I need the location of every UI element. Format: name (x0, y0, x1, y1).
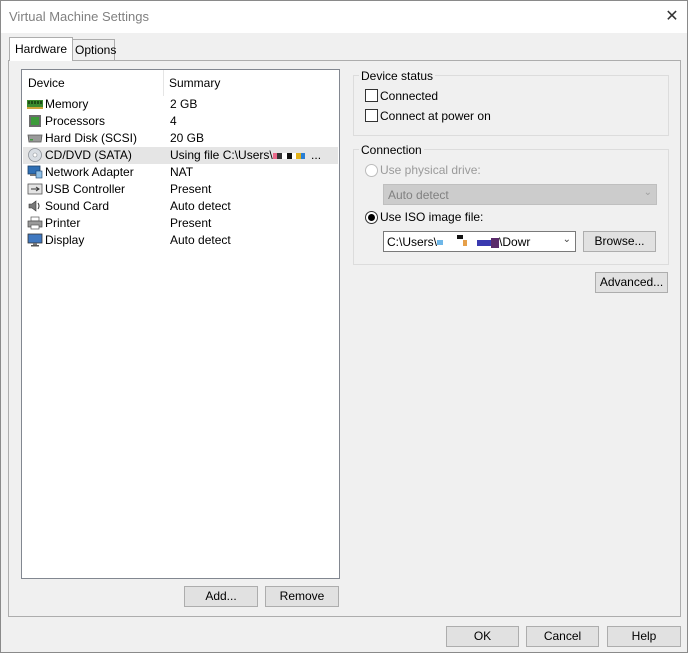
device-name: Hard Disk (SCSI) (45, 131, 138, 145)
device-name: Processors (45, 114, 106, 128)
processor-icon (29, 115, 41, 127)
physical-drive-select[interactable]: Auto detect ⌄ (383, 184, 657, 205)
device-summary: NAT (170, 165, 194, 179)
tab-hardware[interactable]: Hardware (9, 37, 74, 61)
network-adapter-icon (27, 165, 43, 179)
device-row-hard-disk[interactable]: Hard Disk (SCSI) 20 GB (23, 130, 338, 147)
connected-label[interactable]: Connected (380, 89, 438, 103)
redaction-mark (491, 237, 500, 248)
device-row-cd-dvd[interactable]: CD/DVD (SATA) Using file C:\Users\ ... (23, 147, 338, 164)
device-row-network[interactable]: Network Adapter NAT (23, 164, 338, 181)
connect-power-on-checkbox[interactable] (365, 109, 378, 122)
device-summary: 20 GB (170, 131, 205, 145)
hard-disk-icon (27, 134, 43, 143)
redaction-mark (457, 235, 464, 239)
vm-settings-window: Virtual Machine Settings ✕ Hardware Opti… (0, 0, 688, 653)
device-summary: Auto detect (170, 199, 231, 213)
tab-options-label: Options (75, 43, 117, 57)
use-physical-label[interactable]: Use physical drive: (380, 163, 481, 177)
sound-card-icon (28, 200, 40, 212)
browse-button[interactable]: Browse... (583, 231, 656, 252)
use-iso-label[interactable]: Use ISO image file: (380, 210, 483, 224)
device-status-title: Device status (359, 69, 436, 83)
window-title: Virtual Machine Settings (9, 9, 149, 24)
device-name: Display (45, 233, 85, 247)
display-icon (27, 233, 43, 247)
device-summary: Present (170, 216, 212, 230)
ok-button[interactable]: OK (446, 626, 519, 647)
device-row-usb[interactable]: USB Controller Present (23, 181, 338, 198)
tab-hardware-label: Hardware (15, 42, 68, 56)
device-row-memory[interactable]: Memory 2 GB (23, 96, 338, 113)
help-button[interactable]: Help (607, 626, 681, 647)
redaction-mark (477, 239, 492, 246)
chevron-down-icon: ⌄ (643, 187, 652, 198)
column-summary[interactable]: Summary (169, 76, 220, 90)
iso-path-end: \Dowr (499, 235, 531, 249)
device-status-group (353, 75, 669, 136)
chevron-down-icon[interactable]: ⌄ (559, 234, 571, 245)
device-summary: Present (170, 182, 212, 196)
close-icon: ✕ (665, 8, 679, 25)
device-row-sound[interactable]: Sound Card Auto detect (23, 198, 338, 215)
device-name: USB Controller (45, 182, 126, 196)
device-name: Sound Card (45, 199, 110, 213)
redaction-mark (300, 152, 305, 159)
connected-checkbox[interactable] (365, 89, 378, 102)
connection-title: Connection (359, 143, 424, 157)
iso-path-start: C:\Users\ (387, 235, 438, 249)
summary-ellipsis: ... (311, 148, 322, 162)
column-divider[interactable] (163, 70, 164, 96)
connect-power-on-label[interactable]: Connect at power on (380, 109, 491, 123)
usb-icon (27, 183, 43, 195)
printer-icon (27, 216, 43, 230)
device-list-header: Device Summary (22, 70, 339, 96)
device-row-printer[interactable]: Printer Present (23, 215, 338, 232)
cd-dvd-icon (28, 148, 42, 162)
device-summary: 2 GB (170, 97, 198, 111)
physical-drive-value: Auto detect (388, 188, 449, 202)
device-name: Memory (45, 97, 89, 111)
device-summary: 4 (170, 114, 177, 128)
device-summary: Auto detect (170, 233, 231, 247)
device-row-display[interactable]: Display Auto detect (23, 232, 338, 249)
column-device[interactable]: Device (28, 76, 65, 90)
device-summary: Using file C:\Users\ (170, 148, 273, 162)
add-button[interactable]: Add... (184, 586, 258, 607)
use-physical-radio[interactable] (365, 164, 378, 177)
advanced-button[interactable]: Advanced... (595, 272, 668, 293)
iso-path-combo[interactable]: C:\Users\ \Dowr ⌄ (383, 231, 576, 252)
device-row-processors[interactable]: Processors 4 (23, 113, 338, 130)
remove-button[interactable]: Remove (265, 586, 339, 607)
device-summary-cd: Using file C:\Users\ ... (170, 148, 321, 162)
device-list[interactable]: Device Summary Memory 2 GB Processors 4 … (21, 69, 340, 579)
use-iso-radio[interactable] (365, 211, 378, 224)
redaction-mark (443, 239, 458, 246)
tab-options[interactable]: Options (69, 39, 117, 60)
device-name: Printer (45, 216, 81, 230)
redaction-mark (467, 239, 478, 246)
memory-icon (27, 100, 43, 109)
title-bar: Virtual Machine Settings ✕ (1, 1, 687, 33)
device-name: Network Adapter (45, 165, 134, 179)
cancel-button[interactable]: Cancel (526, 626, 599, 647)
device-name: CD/DVD (SATA) (45, 148, 132, 162)
close-button[interactable]: ✕ (657, 1, 687, 31)
